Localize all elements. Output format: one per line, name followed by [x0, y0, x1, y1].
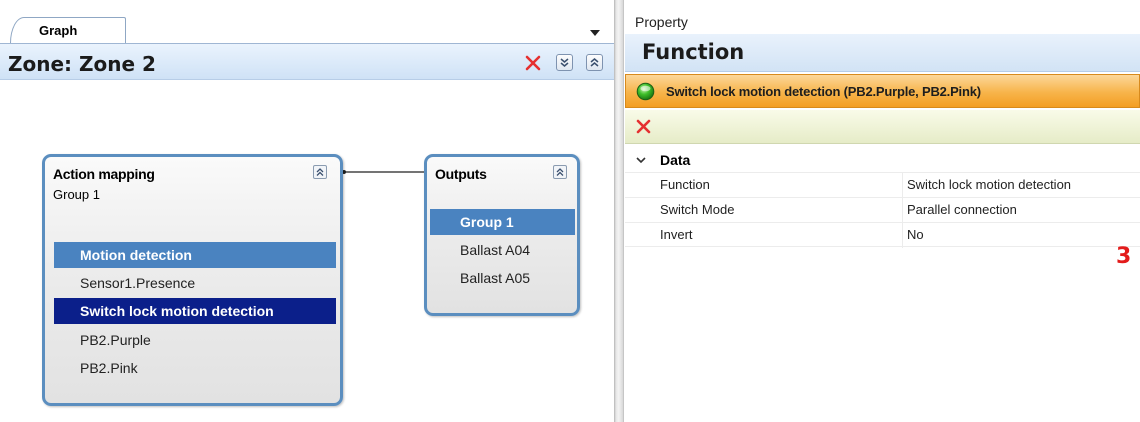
- delete-icon[interactable]: [635, 118, 652, 135]
- selected-item-bar[interactable]: Switch lock motion detection (PB2.Purple…: [625, 74, 1140, 108]
- tab-menu-dropdown-icon[interactable]: [590, 30, 600, 36]
- action-node-subtitle: Group 1: [53, 187, 100, 202]
- property-pane: Property Function Switch lock motion det…: [625, 0, 1140, 422]
- action-mapping-node[interactable]: Action mapping Group 1 Motion detection …: [42, 154, 343, 406]
- collapse-node-icon[interactable]: [553, 165, 567, 179]
- action-node-title: Action mapping: [53, 166, 155, 182]
- property-name: Function: [660, 177, 710, 192]
- property-value[interactable]: Switch lock motion detection: [907, 177, 1071, 192]
- zone-title: Zone: Zone 2: [8, 52, 156, 76]
- node-connector: [342, 170, 428, 174]
- property-caption: Property: [625, 0, 1140, 34]
- pane-splitter[interactable]: [614, 0, 624, 422]
- action-row-sensor1-presence[interactable]: Sensor1.Presence: [54, 270, 336, 296]
- property-row-function[interactable]: Function Switch lock motion detection: [625, 172, 1140, 198]
- property-row-switch-mode[interactable]: Switch Mode Parallel connection: [625, 197, 1140, 223]
- expand-all-icon[interactable]: [556, 54, 573, 71]
- action-row-motion-detection[interactable]: Motion detection: [54, 242, 336, 268]
- property-toolbar: [625, 110, 1140, 144]
- collapse-node-icon[interactable]: [313, 165, 327, 179]
- graph-pane: Graph Zone: Zone 2 Action mapping Group …: [0, 0, 614, 422]
- chevron-down-icon[interactable]: [635, 154, 647, 166]
- property-header: Function: [625, 34, 1140, 72]
- property-name: Switch Mode: [660, 202, 735, 217]
- property-value[interactable]: Parallel connection: [907, 202, 1017, 217]
- action-row-pb2-purple[interactable]: PB2.Purple: [54, 327, 336, 353]
- property-title: Function: [642, 40, 745, 64]
- category-label: Data: [660, 152, 691, 168]
- action-row-pb2-pink[interactable]: PB2.Pink: [54, 355, 336, 381]
- delete-icon[interactable]: [524, 54, 542, 72]
- outputs-node-title: Outputs: [435, 166, 487, 182]
- property-row-invert[interactable]: Invert No: [625, 222, 1140, 248]
- category-data[interactable]: Data: [625, 148, 1140, 172]
- property-value[interactable]: No: [907, 227, 924, 242]
- collapse-all-icon[interactable]: [586, 54, 603, 71]
- action-row-switch-lock[interactable]: Switch lock motion detection: [54, 298, 336, 324]
- outputs-node[interactable]: Outputs Group 1 Ballast A04 Ballast A05: [424, 154, 580, 316]
- status-ok-icon: [636, 82, 655, 101]
- tab-strip: Graph: [0, 0, 614, 44]
- outputs-row-ballast-a05[interactable]: Ballast A05: [430, 265, 575, 291]
- outputs-row-ballast-a04[interactable]: Ballast A04: [430, 237, 575, 263]
- property-name: Invert: [660, 227, 693, 242]
- selected-item-label: Switch lock motion detection (PB2.Purple…: [666, 84, 981, 99]
- step-number-annotation: 3: [1116, 244, 1132, 269]
- zone-header: Zone: Zone 2: [0, 44, 614, 80]
- outputs-row-group-1[interactable]: Group 1: [430, 209, 575, 235]
- tab-graph[interactable]: Graph: [10, 17, 126, 44]
